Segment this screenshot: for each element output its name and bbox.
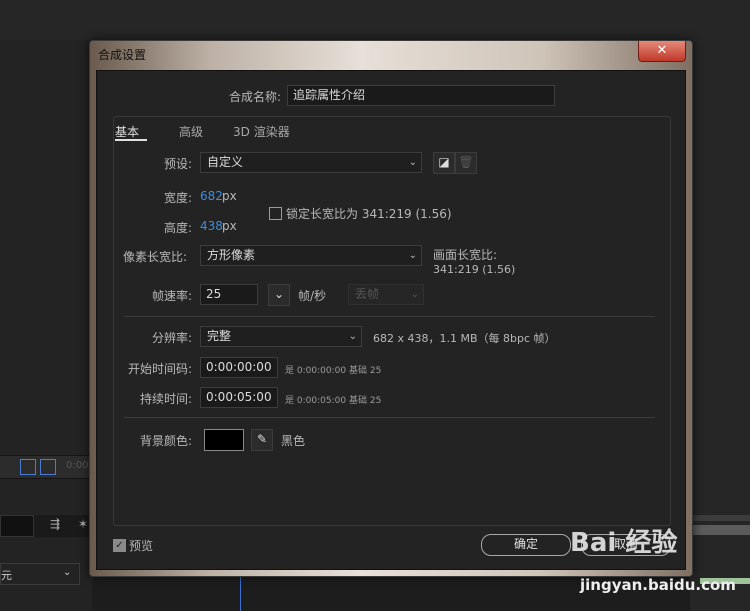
watermark-url: jingyan.baidu.com <box>580 576 736 594</box>
playhead-line <box>240 575 241 611</box>
chevron-down-icon: ⌄ <box>410 289 419 300</box>
frame-rate-unit: 帧/秒 <box>298 289 327 303</box>
lock-aspect-label: 锁定长宽比为 341:219 (1.56) <box>286 207 452 221</box>
transparency-grid-icon[interactable] <box>40 459 56 475</box>
start-timecode-input[interactable]: 0:00:00:00 <box>200 357 278 378</box>
pixel-aspect-label: 像素长宽比: <box>123 250 188 264</box>
duration-input[interactable]: 0:00:05:00 <box>200 387 278 408</box>
preview-label: 预览 <box>129 539 154 553</box>
resolution-value: 完整 <box>207 329 232 343</box>
timeline-search-row: ⇶ ✶ <box>0 515 92 537</box>
preset-select[interactable]: 自定义 ⌄ <box>200 152 422 173</box>
tab-3d-renderer[interactable]: 3D 渲染器 <box>233 123 290 140</box>
height-unit: px <box>222 219 237 233</box>
save-preset-icon[interactable]: ◪ <box>433 152 455 174</box>
start-timecode-note: 是 0:00:00:00 <box>285 366 347 376</box>
duration-note: 是 0:00:05:00 <box>285 396 347 406</box>
drop-frame-select[interactable]: 丢帧 ⌄ <box>348 284 424 305</box>
bg-color-label: 背景颜色: <box>140 434 193 448</box>
tabs-panel <box>113 116 671 526</box>
comp-name-input[interactable]: 追踪属性介绍 <box>287 85 555 106</box>
timeline-dropdown[interactable]: 元 ⌄ <box>0 563 80 585</box>
resolution-label: 分辨率: <box>152 331 193 345</box>
width-unit: px <box>222 189 237 203</box>
preview-checkbox[interactable]: ✓ <box>113 539 126 552</box>
divider <box>124 417 655 418</box>
app-top-bar <box>0 0 750 41</box>
start-timecode-label: 开始时间码: <box>128 362 193 376</box>
right-panel-bar <box>690 515 750 521</box>
composition-settings-dialog: 合成设置 ✕ 合成名称: 追踪属性介绍 基本 高级 3D 渲染器 预设: 自定义… <box>89 40 693 577</box>
tab-underline <box>115 139 147 141</box>
hierarchy-icon[interactable]: ⇶ <box>50 517 60 531</box>
eyedropper-icon[interactable]: ✎ <box>251 429 273 451</box>
width-value[interactable]: 682 <box>200 189 223 203</box>
drop-frame-value: 丢帧 <box>355 287 380 301</box>
dialog-title: 合成设置 <box>98 48 147 62</box>
chevron-down-icon: ⌄ <box>63 567 72 578</box>
duration-label: 持续时间: <box>140 392 193 406</box>
ok-button[interactable]: 确定 <box>481 534 571 556</box>
height-label: 高度: <box>164 221 193 235</box>
divider <box>124 316 655 317</box>
tab-basic[interactable]: 基本 <box>115 123 139 140</box>
preset-value: 自定义 <box>207 155 244 169</box>
dialog-client-area: 合成名称: 追踪属性介绍 基本 高级 3D 渲染器 预设: 自定义 ⌄ ◪ 🗑 … <box>96 70 686 570</box>
frame-aspect-label: 画面长宽比: <box>433 248 498 262</box>
lock-aspect-checkbox[interactable] <box>269 207 282 220</box>
pixel-aspect-select[interactable]: 方形像素 ⌄ <box>200 245 422 266</box>
frame-aspect-value: 341:219 (1.56) <box>433 263 516 276</box>
resolution-select[interactable]: 完整 ⌄ <box>200 326 362 347</box>
comp-name-label: 合成名称: <box>229 90 282 104</box>
frame-rate-label: 帧速率: <box>152 289 193 303</box>
duration-base: 基础 25 <box>349 396 382 406</box>
chevron-down-icon: ⌄ <box>408 250 417 261</box>
chevron-down-icon: ⌄ <box>348 331 357 342</box>
frame-rate-dropdown-icon[interactable]: ⌄ <box>268 284 290 306</box>
region-icon[interactable] <box>20 459 36 475</box>
start-timecode-base: 基础 25 <box>349 366 382 376</box>
current-time: 0:00 <box>66 460 89 471</box>
tab-advanced[interactable]: 高级 <box>179 123 203 140</box>
height-value[interactable]: 438 <box>200 219 223 233</box>
timeline-toolbar: 0:00 <box>0 455 92 479</box>
timeline-search-input[interactable] <box>0 515 34 537</box>
watermark-brand: Bai 经验 <box>570 528 678 558</box>
preset-label: 预设: <box>164 157 193 171</box>
pixel-aspect-value: 方形像素 <box>207 248 256 262</box>
sparkle-icon[interactable]: ✶ <box>78 517 88 531</box>
close-button[interactable]: ✕ <box>638 41 686 62</box>
bg-color-name: 黑色 <box>281 434 306 448</box>
trash-icon[interactable]: 🗑 <box>455 152 477 174</box>
timeline-dropdown-value: 元 <box>1 569 12 582</box>
width-label: 宽度: <box>164 191 193 205</box>
bg-color-swatch[interactable] <box>204 429 244 451</box>
resolution-info: 682 x 438，1.1 MB（每 8bpc 帧） <box>373 332 556 345</box>
frame-rate-input[interactable]: 25 <box>200 284 258 305</box>
chevron-down-icon: ⌄ <box>408 157 417 168</box>
